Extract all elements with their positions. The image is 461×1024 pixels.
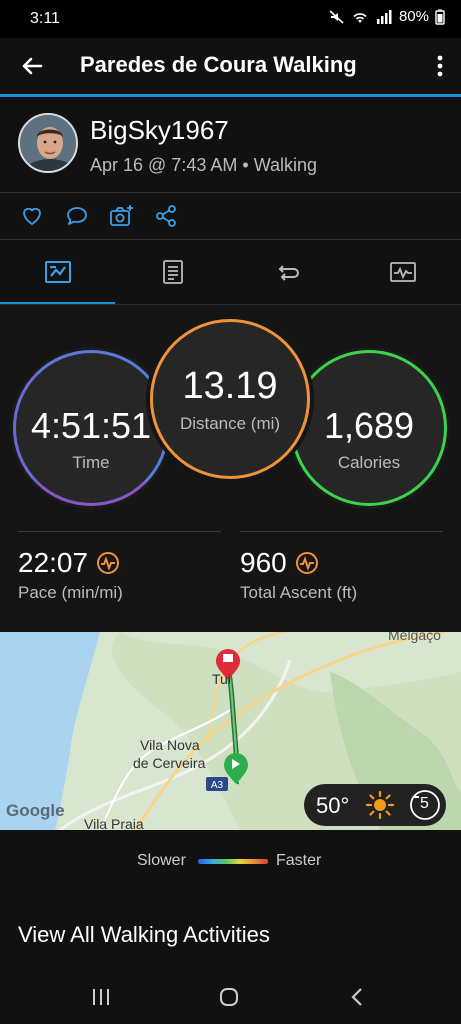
app-bar: Paredes de Coura Walking <box>0 38 461 94</box>
calories-value: 1,689 <box>323 405 415 446</box>
calories-stat-ring: 1,689 Calories <box>291 350 447 506</box>
status-icons: 80% <box>329 8 445 25</box>
share-icon[interactable] <box>153 203 179 229</box>
wind-speed: 5 <box>420 795 429 812</box>
activity-pulse-icon <box>295 552 318 574</box>
pace-gradient <box>198 859 268 864</box>
tab-stats[interactable] <box>0 240 115 304</box>
activity-type: Walking <box>253 155 318 175</box>
recent-apps-icon[interactable] <box>86 984 116 1010</box>
legend-section: Slower Faster View All Walking Activitie… <box>0 830 461 970</box>
pace-label: Pace (min/mi) <box>18 583 123 602</box>
divider <box>18 531 221 532</box>
details-list-icon <box>162 260 183 284</box>
signal-icon <box>376 9 392 24</box>
ascent-label: Total Ascent (ft) <box>240 583 358 602</box>
distance-stat-ring: 13.19 Distance (mi) <box>150 319 310 479</box>
meta-separator: • <box>242 155 249 175</box>
distance-value: 13.19 <box>182 364 278 407</box>
status-bar: 3:11 80% <box>0 0 461 38</box>
system-nav-bar <box>0 970 461 1024</box>
action-row <box>0 193 461 239</box>
map-label-melgaco: Melgaço <box>388 632 441 643</box>
more-options-icon[interactable] <box>433 52 447 80</box>
add-photo-icon[interactable] <box>108 203 134 229</box>
pace-value: 22:07 <box>18 547 89 578</box>
divider <box>240 531 443 532</box>
stats-panel: 4:51:51 Time 1,689 Calories 13.19 Distan… <box>0 305 461 632</box>
distance-label: Distance (mi) <box>179 413 281 433</box>
wifi-icon <box>353 12 367 23</box>
sun-icon <box>366 791 394 819</box>
map-label-tui: Tui <box>212 671 231 687</box>
activity-header: BigSky1967 Apr 16 @ 7:43 AM • Walking <box>0 97 461 193</box>
map-label-vila-praia: Vila Praia <box>84 816 144 830</box>
comment-icon[interactable] <box>64 203 90 229</box>
home-icon[interactable] <box>214 984 244 1010</box>
slower-label: Slower <box>137 852 186 869</box>
calories-label: Calories <box>337 453 401 472</box>
username[interactable]: BigSky1967 <box>90 115 229 146</box>
road-label: A3 <box>211 780 224 791</box>
activity-meta: Apr 16 @ 7:43 AM • Walking <box>90 155 317 176</box>
tab-details[interactable] <box>115 240 230 304</box>
faster-label: Faster <box>276 852 322 869</box>
view-all-activities-link[interactable]: View All Walking Activities <box>18 922 270 948</box>
battery-icon <box>435 9 445 25</box>
ascent-value: 960 <box>240 547 287 578</box>
laps-icon <box>278 265 299 281</box>
activity-pulse-icon <box>97 552 120 574</box>
status-time: 3:11 <box>30 10 60 27</box>
google-logo: Google <box>6 801 65 820</box>
tab-charts[interactable] <box>345 240 460 304</box>
temperature: 50° <box>316 793 350 818</box>
page-title: Paredes de Coura Walking <box>80 52 357 77</box>
tab-bar <box>0 240 461 304</box>
map-label-cerveira: de Cerveira <box>133 755 206 771</box>
heart-icon[interactable] <box>19 203 45 229</box>
avatar[interactable] <box>18 113 78 173</box>
stats-summary-icon <box>44 261 71 283</box>
weather-badge[interactable]: 50° 5 <box>304 784 446 826</box>
back-arrow-icon[interactable] <box>18 52 46 80</box>
chart-icon <box>389 262 416 282</box>
battery-percent: 80% <box>398 8 429 25</box>
time-value: 4:51:51 <box>30 405 152 446</box>
time-label: Time <box>72 453 110 472</box>
activity-date: Apr 16 @ 7:43 AM <box>90 155 238 175</box>
mute-icon <box>329 9 344 24</box>
map-label-vila-nova: Vila Nova <box>140 737 200 753</box>
tab-laps[interactable] <box>230 240 345 304</box>
time-stat-ring: 4:51:51 Time <box>13 350 169 506</box>
back-nav-icon[interactable] <box>343 984 373 1010</box>
